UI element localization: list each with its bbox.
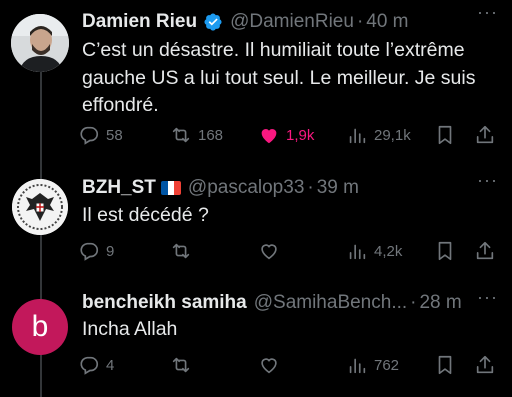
- retweet-button[interactable]: [170, 351, 192, 379]
- tweet-actions: 4 762: [78, 351, 496, 379]
- reply-count: 58: [106, 126, 123, 144]
- avatar[interactable]: [11, 14, 69, 72]
- bookmark-icon: [438, 241, 452, 261]
- tweet-actions: 58 168 1,9k 29,1k: [78, 121, 496, 149]
- avatar-letter: b: [12, 299, 68, 355]
- avatar[interactable]: b: [12, 299, 68, 355]
- eagle-emblem-icon: [12, 179, 68, 235]
- author-name[interactable]: BZH_ST: [82, 177, 156, 199]
- heart-filled-icon: [261, 129, 277, 144]
- views-count: 29,1k: [374, 126, 411, 144]
- views-chart-icon: [349, 358, 366, 374]
- reply-button[interactable]: 4: [78, 351, 114, 379]
- bookmark-icon: [438, 355, 452, 375]
- views-button[interactable]: 29,1k: [346, 121, 411, 149]
- like-button[interactable]: 1,9k: [258, 121, 314, 149]
- views-chart-icon: [349, 244, 366, 260]
- tweet-text: Il est décédé ?: [82, 204, 209, 226]
- reply-icon: [80, 356, 99, 375]
- bookmark-button[interactable]: [434, 351, 456, 379]
- share-button[interactable]: [474, 121, 496, 149]
- heart-icon: [261, 244, 277, 260]
- retweet-icon: [172, 357, 190, 373]
- more-options-icon[interactable]: ···: [477, 287, 498, 308]
- verified-badge-icon: [203, 12, 223, 32]
- share-icon: [476, 241, 494, 260]
- avatar-photo-icon: [11, 14, 69, 72]
- like-button[interactable]: [258, 237, 280, 265]
- tweet-text-line: C’est un désastre. Il humiliait toute l’…: [82, 39, 465, 61]
- views-count: 4,2k: [374, 242, 403, 260]
- share-button[interactable]: [474, 351, 496, 379]
- views-chart-icon: [349, 128, 366, 144]
- separator-dot: ·: [307, 177, 314, 198]
- retweet-button[interactable]: 168: [170, 121, 223, 149]
- bookmark-button[interactable]: [434, 237, 456, 265]
- reply-button[interactable]: 58: [78, 121, 123, 149]
- avatar[interactable]: [12, 179, 68, 235]
- tweet-header: BZH_ST @pascalop33 · 39 m: [82, 175, 504, 201]
- tweet-time[interactable]: 39 m: [317, 177, 359, 199]
- share-icon: [476, 125, 494, 144]
- france-flag-icon: [160, 181, 181, 195]
- tweet-text: Incha Allah: [82, 318, 178, 340]
- retweet-icon: [172, 243, 190, 259]
- tweet-text: C’est un désastre. Il humiliait toute l’…: [82, 37, 492, 120]
- share-icon: [476, 355, 494, 374]
- author-handle[interactable]: @DamienRieu: [230, 11, 354, 33]
- reply-count: 4: [106, 356, 115, 374]
- tweet-bencheikh-samiha[interactable]: b bencheikh samiha @SamihaBench... · 28 …: [0, 285, 512, 397]
- reply-icon: [80, 242, 99, 261]
- more-options-icon[interactable]: ···: [477, 2, 498, 23]
- retweet-count: 168: [198, 126, 224, 144]
- author-handle[interactable]: @SamihaBench...: [254, 292, 407, 314]
- reply-button[interactable]: 9: [78, 237, 114, 265]
- share-button[interactable]: [474, 237, 496, 265]
- more-options-icon[interactable]: ···: [477, 170, 498, 191]
- views-count: 762: [374, 356, 400, 374]
- views-button[interactable]: 762: [346, 351, 399, 379]
- tweet-time[interactable]: 40 m: [366, 11, 408, 33]
- tweet-damien-rieu[interactable]: Damien Rieu @DamienRieu · 40 m ··· C’est…: [0, 0, 512, 165]
- bookmark-icon: [438, 125, 452, 145]
- tweet-actions: 9 4,2k: [78, 237, 496, 265]
- retweet-icon: [172, 127, 190, 143]
- tweet-header: Damien Rieu @DamienRieu · 40 m: [82, 9, 504, 35]
- separator-dot: ·: [356, 11, 364, 32]
- author-handle[interactable]: @pascalop33: [188, 177, 304, 199]
- tweet-bzh-st[interactable]: BZH_ST @pascalop33 · 39 m ··· Il est déc…: [0, 165, 512, 285]
- reply-icon: [80, 126, 99, 145]
- tweet-header: bencheikh samiha @SamihaBench... · 28 m: [82, 290, 504, 316]
- bookmark-button[interactable]: [434, 121, 456, 149]
- tweet-text-line: gauche US a lui tout seul. Le meilleur. …: [82, 66, 476, 89]
- author-name[interactable]: bencheikh samiha: [82, 292, 247, 314]
- tweet-text-line: effondré.: [82, 94, 159, 116]
- like-button[interactable]: [258, 351, 280, 379]
- reply-count: 9: [106, 242, 115, 260]
- separator-dot: ·: [410, 292, 417, 313]
- heart-icon: [261, 358, 277, 374]
- author-name[interactable]: Damien Rieu: [82, 11, 197, 33]
- views-button[interactable]: 4,2k: [346, 237, 402, 265]
- tweet-time[interactable]: 28 m: [419, 292, 461, 314]
- retweet-button[interactable]: [170, 237, 192, 265]
- like-count: 1,9k: [286, 126, 315, 144]
